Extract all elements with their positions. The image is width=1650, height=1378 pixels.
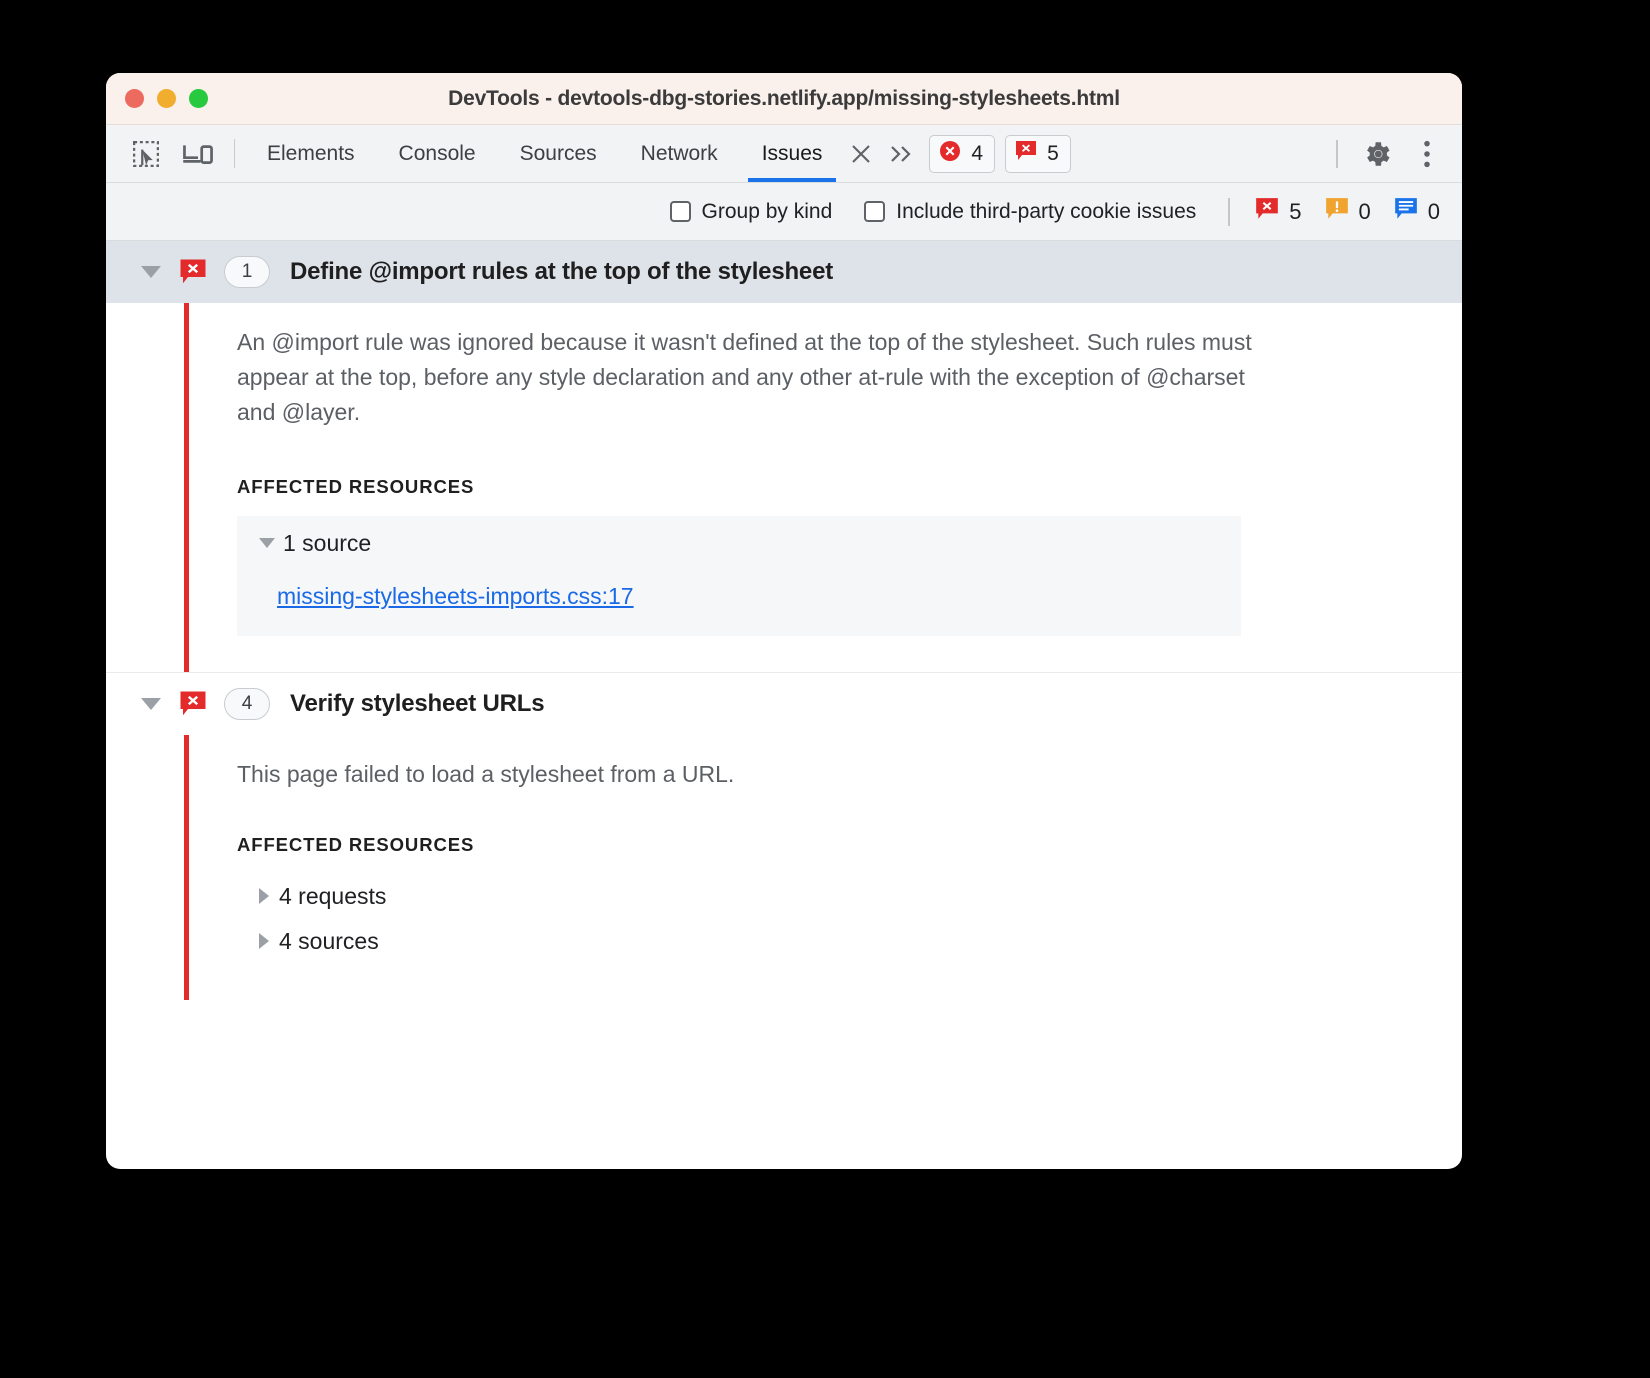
issue-bubble-error-icon: [178, 257, 208, 287]
affected-resources-box: 1 source missing-stylesheets-imports.css…: [237, 516, 1241, 636]
tab-label: Sources: [520, 142, 597, 166]
chip-count: 4: [971, 142, 983, 166]
issues-list: 1 Define @import rules at the top of the…: [106, 241, 1462, 1000]
minimize-window-button[interactable]: [157, 89, 176, 108]
chevron-right-icon: [259, 933, 269, 949]
issue-bubble-warning-icon: [1324, 196, 1350, 228]
warning-counter[interactable]: 0: [1324, 196, 1371, 228]
counter-value: 0: [1428, 199, 1440, 225]
chip-count: 5: [1047, 142, 1059, 166]
chevron-down-icon[interactable]: [134, 266, 168, 278]
issue-item: 1 Define @import rules at the top of the…: [106, 241, 1462, 672]
issue-item: 4 Verify stylesheet URLs This page faile…: [106, 672, 1462, 1000]
checkbox-label: Include third-party cookie issues: [896, 200, 1196, 224]
chevron-down-icon: [259, 538, 275, 548]
chevron-double-right-icon[interactable]: [878, 125, 924, 182]
checkbox-label: Group by kind: [702, 200, 833, 224]
resource-group-toggle[interactable]: 1 source: [259, 530, 1241, 557]
issues-filter-toolbar: Group by kind Include third-party cookie…: [106, 183, 1462, 241]
counter-value: 5: [1289, 199, 1301, 225]
issue-bubble-info-icon: [1393, 196, 1419, 228]
inspect-element-icon[interactable]: [120, 125, 172, 182]
tab-console[interactable]: Console: [377, 125, 498, 182]
window-titlebar: DevTools - devtools-dbg-stories.netlify.…: [106, 73, 1462, 125]
console-error-count-chip[interactable]: 4: [929, 135, 995, 173]
issue-description: An @import rule was ignored because it w…: [237, 325, 1257, 430]
affected-requests-toggle[interactable]: 4 requests: [259, 874, 1462, 919]
more-vertical-icon[interactable]: [1402, 129, 1452, 179]
chevron-right-icon: [259, 888, 269, 904]
issues-count-chip[interactable]: 5: [1005, 135, 1071, 173]
window-title: DevTools - devtools-dbg-stories.netlify.…: [106, 87, 1462, 111]
close-icon[interactable]: [844, 125, 878, 182]
issue-description: This page failed to load a stylesheet fr…: [237, 757, 1257, 792]
checkbox-box[interactable]: [864, 201, 885, 222]
sub-row-label: 4 sources: [279, 928, 379, 955]
issue-bubble-error-icon: [1254, 196, 1280, 228]
issue-title: Define @import rules at the top of the s…: [290, 258, 833, 286]
issue-count-badge: 4: [224, 688, 270, 720]
tab-network[interactable]: Network: [619, 125, 740, 182]
gear-icon[interactable]: [1352, 129, 1402, 179]
chevron-down-icon[interactable]: [134, 698, 168, 710]
tab-label: Issues: [762, 142, 823, 166]
affected-resource-link[interactable]: missing-stylesheets-imports.css:17: [277, 583, 634, 610]
tabbar-right-actions: [1336, 125, 1462, 182]
toolbar-divider-right: [1336, 140, 1338, 168]
filterbar-divider: [1228, 198, 1230, 226]
window-controls[interactable]: [125, 89, 208, 108]
issue-title: Verify stylesheet URLs: [290, 690, 544, 718]
issue-bubble-error-icon: [1014, 139, 1038, 169]
issue-body: This page failed to load a stylesheet fr…: [184, 735, 1462, 1000]
affected-resources-label: AFFECTED RESOURCES: [237, 834, 1462, 856]
tab-label: Elements: [267, 142, 355, 166]
group-by-kind-checkbox[interactable]: Group by kind: [670, 200, 833, 224]
sub-row-label: 4 requests: [279, 883, 386, 910]
devtools-window: DevTools - devtools-dbg-stories.netlify.…: [106, 73, 1462, 1169]
device-toolbar-icon[interactable]: [172, 125, 224, 182]
tab-elements[interactable]: Elements: [245, 125, 377, 182]
screenshot-stage: DevTools - devtools-dbg-stories.netlify.…: [0, 0, 1650, 1378]
devtools-tabbar: Elements Console Sources Network Issues: [106, 125, 1462, 183]
toolbar-divider: [234, 139, 235, 168]
checkbox-box[interactable]: [670, 201, 691, 222]
zoom-window-button[interactable]: [189, 89, 208, 108]
affected-resources-label: AFFECTED RESOURCES: [237, 476, 1462, 498]
close-window-button[interactable]: [125, 89, 144, 108]
tab-issues[interactable]: Issues: [740, 125, 845, 182]
resource-group-label: 1 source: [283, 530, 371, 557]
counter-value: 0: [1359, 199, 1371, 225]
issue-bubble-error-icon: [178, 689, 208, 719]
info-counter[interactable]: 0: [1393, 196, 1440, 228]
issue-body: An @import rule was ignored because it w…: [184, 303, 1462, 672]
third-party-cookie-checkbox[interactable]: Include third-party cookie issues: [864, 200, 1196, 224]
issue-header[interactable]: 4 Verify stylesheet URLs: [106, 673, 1462, 735]
tab-label: Console: [399, 142, 476, 166]
issue-header[interactable]: 1 Define @import rules at the top of the…: [106, 241, 1462, 303]
tab-sources[interactable]: Sources: [498, 125, 619, 182]
issue-count-badge: 1: [224, 256, 270, 288]
affected-sources-toggle[interactable]: 4 sources: [259, 919, 1462, 964]
tab-label: Network: [641, 142, 718, 166]
error-circle-icon: [938, 139, 962, 169]
error-counter[interactable]: 5: [1254, 196, 1301, 228]
